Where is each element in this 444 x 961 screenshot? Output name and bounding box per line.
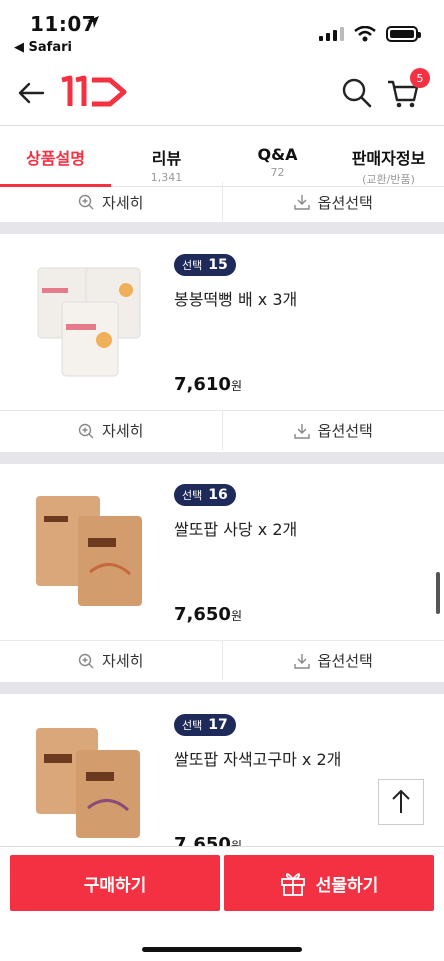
- detail-button[interactable]: 자세히: [0, 641, 222, 680]
- download-icon: [293, 195, 310, 210]
- buy-label: 구매하기: [83, 875, 147, 896]
- price-value: 7,610: [174, 374, 231, 395]
- price-currency: 원: [230, 379, 242, 393]
- bottom-action-bar: 구매하기 선물하기: [0, 846, 444, 961]
- option-select-button[interactable]: 옵션선택: [221, 182, 444, 222]
- location-arrow-icon: [86, 14, 100, 33]
- detail-button[interactable]: 자세히: [0, 411, 222, 450]
- product-name: 쌀또팝 사당 x 2개: [174, 520, 298, 539]
- back-button[interactable]: [14, 76, 48, 110]
- product-price: 7,610원: [174, 374, 242, 395]
- action-row: 자세히 옵션선택: [0, 182, 444, 222]
- detail-label: 자세히: [102, 652, 144, 670]
- tab-label: Q&A: [257, 145, 298, 164]
- download-icon: [293, 653, 310, 669]
- tab-seller-info[interactable]: 판매자정보 (교환/반품): [333, 127, 444, 186]
- product-name: 봉봉떡뻥 배 x 3개: [174, 290, 298, 309]
- tab-label: 상품설명: [26, 149, 85, 168]
- divider: [0, 452, 444, 464]
- option-select-button[interactable]: 옵션선택: [221, 411, 444, 450]
- product-item[interactable]: 선택 16 쌀또팝 사당 x 2개 7,650원: [0, 464, 444, 640]
- tab-qna[interactable]: Q&A 72: [222, 127, 333, 186]
- option-badge: 선택 17: [174, 714, 236, 736]
- detail-label: 자세히: [102, 193, 144, 212]
- buy-button[interactable]: 구매하기: [10, 855, 220, 911]
- tab-description[interactable]: 상품설명: [0, 127, 111, 187]
- badge-number: 16: [208, 487, 228, 503]
- detail-button[interactable]: 자세히: [0, 182, 222, 222]
- price-currency: 원: [230, 609, 242, 623]
- arrow-up-icon: [392, 789, 410, 813]
- product-tabs: 상품설명 리뷰 1,341 Q&A 72 판매자정보 (교환/반품): [0, 127, 444, 187]
- download-icon: [293, 423, 310, 439]
- option-label: 옵션선택: [317, 652, 373, 670]
- product-image: [30, 262, 148, 380]
- option-select-button[interactable]: 옵션선택: [221, 641, 444, 680]
- badge-number: 15: [208, 257, 228, 273]
- signal-icon: [319, 27, 344, 41]
- scroll-indicator[interactable]: [436, 572, 440, 614]
- action-row: 자세히 옵션선택: [0, 410, 444, 450]
- zoom-in-icon: [78, 423, 94, 438]
- back-to-safari[interactable]: ◀ Safari: [14, 40, 72, 55]
- product-price: 7,650원: [174, 604, 242, 625]
- product-image: [30, 492, 148, 610]
- arrow-left-icon: [18, 82, 45, 104]
- tab-reviews[interactable]: 리뷰 1,341: [111, 127, 222, 186]
- badge-label: 선택: [182, 259, 203, 272]
- cart-count-badge: 5: [410, 68, 430, 88]
- badge-label: 선택: [182, 719, 203, 732]
- tab-label: 판매자정보: [351, 149, 426, 168]
- wifi-icon: [354, 26, 376, 42]
- battery-icon: [386, 26, 421, 42]
- eleven-street-logo[interactable]: [60, 74, 128, 114]
- gift-label: 선물하기: [315, 875, 379, 896]
- gift-button[interactable]: 선물하기: [224, 855, 434, 911]
- search-icon: [342, 78, 372, 108]
- zoom-in-icon: [78, 194, 94, 210]
- tab-label: 리뷰: [151, 149, 182, 168]
- option-label: 옵션선택: [317, 193, 373, 212]
- top-header: [0, 62, 444, 126]
- zoom-in-icon: [78, 653, 94, 668]
- product-image: [30, 722, 148, 840]
- home-indicator: [142, 947, 302, 952]
- scroll-to-top-button[interactable]: [378, 779, 424, 825]
- option-badge: 선택 15: [174, 254, 236, 276]
- tab-count: 72: [270, 166, 285, 179]
- detail-label: 자세히: [102, 422, 144, 440]
- price-value: 7,650: [174, 604, 231, 625]
- divider: [0, 682, 444, 694]
- divider: [0, 222, 444, 234]
- option-badge: 선택 16: [174, 484, 236, 506]
- product-name: 쌀또팝 자색고구마 x 2개: [174, 750, 342, 769]
- badge-label: 선택: [182, 489, 203, 502]
- status-bar: 11:07 ◀ Safari: [0, 0, 444, 62]
- search-button[interactable]: [340, 76, 374, 110]
- product-item[interactable]: 선택 15 봉봉떡뻥 배 x 3개 7,610원: [0, 234, 444, 410]
- action-row: 자세히 옵션선택: [0, 640, 444, 680]
- gift-icon: [280, 873, 305, 896]
- badge-number: 17: [208, 717, 228, 733]
- option-label: 옵션선택: [317, 422, 373, 440]
